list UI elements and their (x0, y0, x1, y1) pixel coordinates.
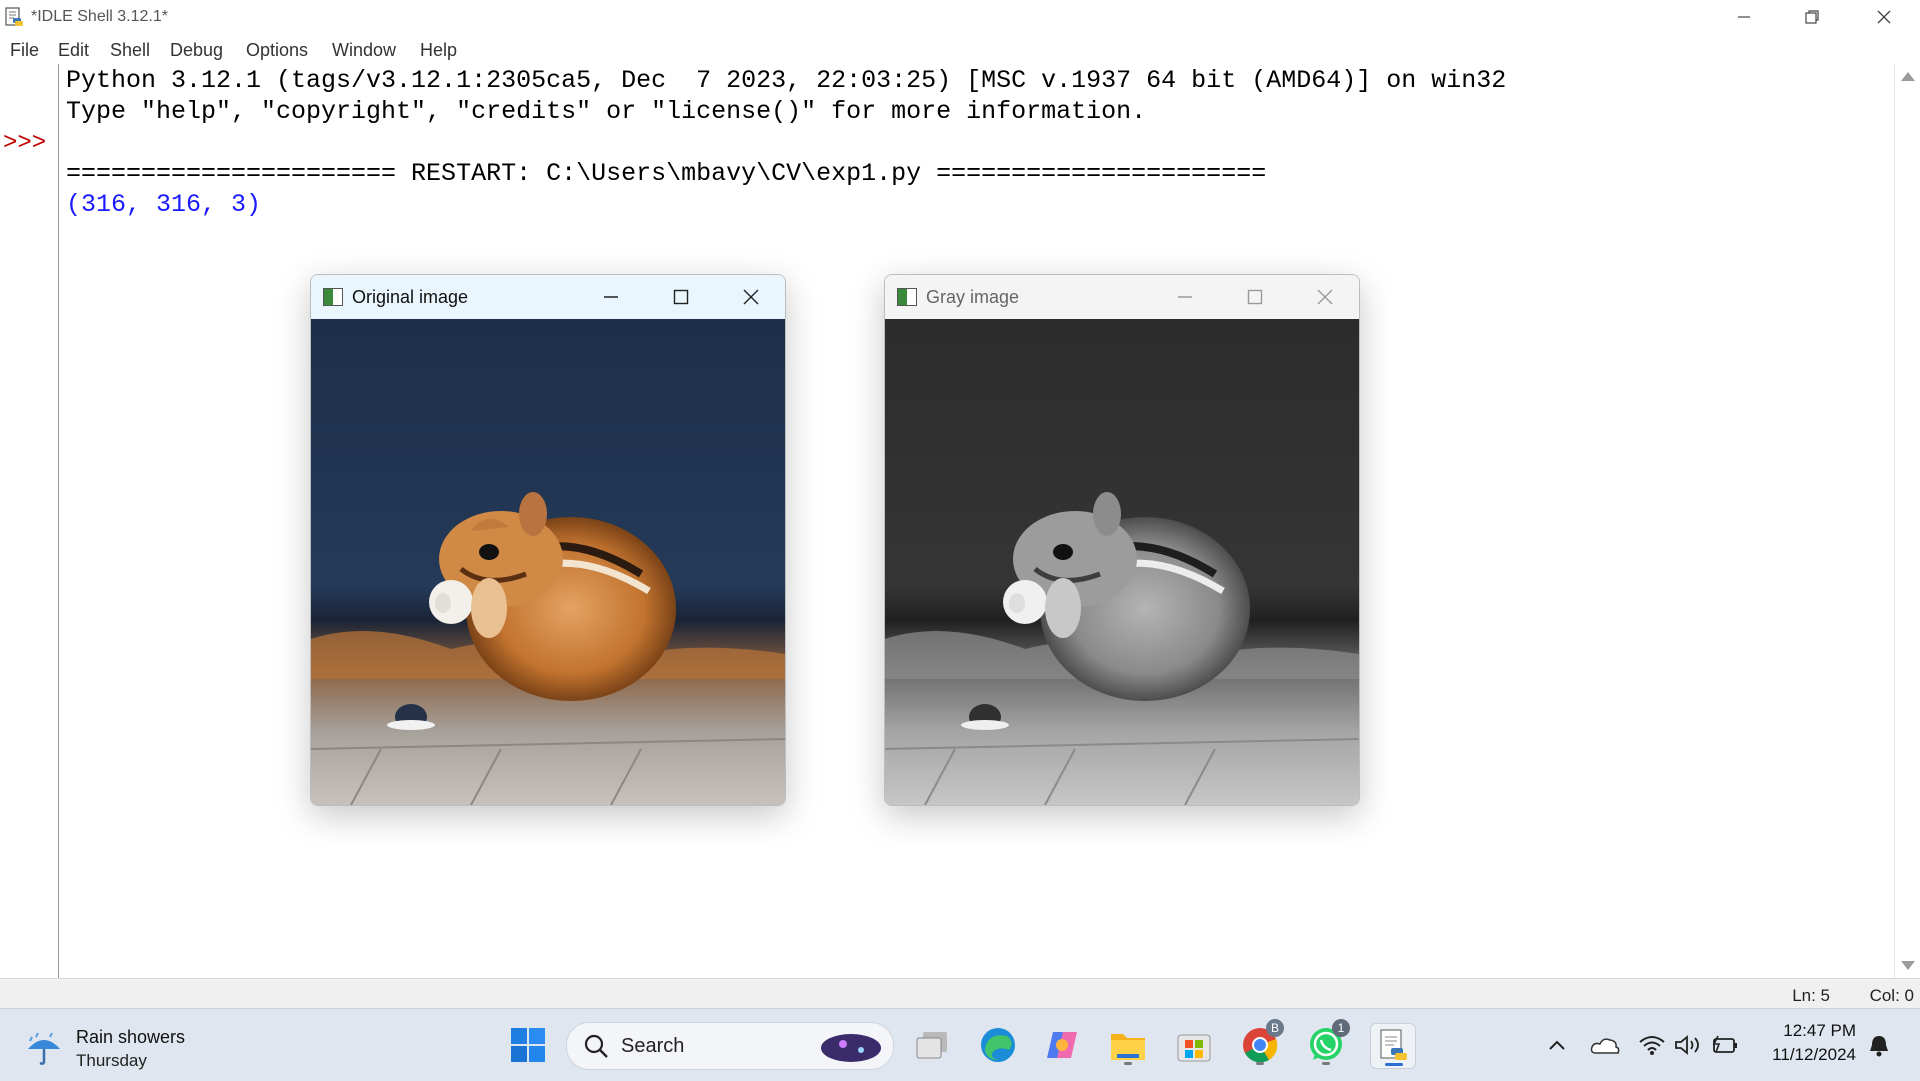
idle-python-icon (5, 7, 23, 26)
status-bar: Ln: 5 Col: 0 (0, 978, 1920, 1009)
whatsapp-notification-badge: 1 (1332, 1019, 1350, 1037)
notifications-button[interactable] (1864, 1029, 1894, 1061)
menu-shell[interactable]: Shell (110, 40, 150, 61)
edge-button[interactable] (976, 1023, 1020, 1067)
maximize-icon (1247, 289, 1263, 305)
banner-line: Python 3.12.1 (tags/v3.12.1:2305ca5, Dec… (66, 66, 1507, 95)
chrome-button[interactable]: B (1238, 1019, 1284, 1067)
rain-umbrella-icon (28, 1032, 60, 1065)
running-indicator (1124, 1062, 1132, 1065)
original-image-window[interactable]: Original image (310, 274, 786, 806)
opencv-window-icon (897, 288, 917, 306)
copilot-icon (1047, 1032, 1077, 1058)
task-view-button[interactable] (910, 1023, 954, 1067)
window-title: *IDLE Shell 3.12.1* (31, 8, 168, 25)
close-icon (1877, 10, 1891, 24)
title-bar: *IDLE Shell 3.12.1* (0, 0, 1920, 34)
taskbar-search-box[interactable]: Search (566, 1022, 894, 1070)
line-number: Ln: 5 (1792, 986, 1830, 1005)
original-image-titlebar[interactable]: Original image (311, 275, 785, 319)
battery-button[interactable] (1708, 1029, 1742, 1061)
folder-icon (1111, 1034, 1145, 1060)
onedrive-button[interactable] (1588, 1029, 1622, 1061)
menu-bar: File Edit Shell Debug Options Window Hel… (0, 34, 1920, 64)
speaker-icon (1675, 1035, 1699, 1055)
menu-help[interactable]: Help (420, 40, 457, 61)
menu-file[interactable]: File (10, 40, 39, 61)
minimize-button[interactable] (1714, 0, 1774, 34)
original-minimize-button[interactable] (589, 281, 633, 313)
menu-options[interactable]: Options (246, 40, 308, 61)
whatsapp-button[interactable]: 1 (1304, 1019, 1350, 1067)
store-icon (1177, 1034, 1211, 1062)
volume-button[interactable] (1672, 1029, 1704, 1061)
file-explorer-button[interactable] (1106, 1023, 1150, 1067)
original-close-button[interactable] (729, 281, 773, 313)
gray-image-titlebar[interactable]: Gray image (885, 275, 1359, 319)
idle-python-icon (1380, 1029, 1407, 1060)
maximize-icon (673, 289, 689, 305)
edge-browser-icon (981, 1028, 1015, 1062)
menu-edit[interactable]: Edit (58, 40, 89, 61)
chevron-up-icon (1549, 1040, 1565, 1050)
gray-image-title: Gray image (926, 287, 1020, 307)
clock-date: 11/12/2024 (1772, 1045, 1856, 1064)
weather-condition: Rain showers (76, 1027, 186, 1047)
prompt-gutter (0, 64, 59, 978)
gray-maximize-button[interactable] (1233, 281, 1277, 313)
restart-line: ====================== RESTART: C:\Users… (66, 159, 1267, 188)
wifi-icon (1639, 1036, 1665, 1055)
start-button[interactable] (506, 1023, 550, 1067)
chipmunk-gray-image (885, 319, 1359, 805)
chipmunk-color-image (311, 319, 785, 805)
weather-widget[interactable]: Rain showers Thursday (24, 1027, 244, 1071)
restore-icon (1805, 10, 1819, 24)
wifi-button[interactable] (1636, 1029, 1668, 1061)
idle-taskbar-button[interactable] (1370, 1023, 1416, 1069)
minimize-icon (1178, 296, 1192, 298)
column-number: Col: 0 (1869, 986, 1914, 1005)
gray-image-window[interactable]: Gray image (884, 274, 1360, 806)
minimize-icon (604, 296, 618, 298)
opencv-window-icon (323, 288, 343, 306)
battery-charging-icon (1712, 1035, 1737, 1053)
restore-button[interactable] (1782, 0, 1842, 34)
cloud-icon (1590, 1038, 1620, 1054)
weather-day: Thursday (76, 1051, 147, 1070)
shell-prompt: >>> (3, 130, 47, 157)
search-highlight-image (821, 1034, 881, 1062)
scroll-down-icon[interactable] (1901, 961, 1915, 970)
task-view-icon (916, 1032, 947, 1059)
info-line: Type "help", "copyright", "credits" or "… (66, 97, 1147, 126)
active-indicator (1385, 1063, 1403, 1066)
close-icon (743, 289, 759, 305)
original-image-title: Original image (352, 287, 469, 307)
menu-debug[interactable]: Debug (170, 40, 223, 61)
show-hidden-icons-button[interactable] (1542, 1029, 1572, 1061)
search-label: Search (621, 1035, 685, 1057)
windows-start-icon (511, 1028, 545, 1062)
minimize-icon (1738, 16, 1750, 18)
vertical-scrollbar[interactable] (1894, 64, 1920, 978)
scroll-up-icon[interactable] (1901, 72, 1915, 81)
microsoft-store-button[interactable] (1172, 1023, 1216, 1067)
system-clock[interactable]: 12:47 PM 11/12/2024 (1772, 1019, 1856, 1067)
copilot-button[interactable] (1040, 1023, 1084, 1067)
original-maximize-button[interactable] (659, 281, 703, 313)
menu-window[interactable]: Window (332, 40, 396, 61)
running-indicator (1256, 1062, 1264, 1065)
taskbar: Rain showers Thursday Search B 1 12:47 P… (0, 1008, 1920, 1081)
gray-close-button[interactable] (1303, 281, 1347, 313)
clock-time: 12:47 PM (1783, 1021, 1856, 1040)
close-icon (1317, 289, 1333, 305)
gray-minimize-button[interactable] (1163, 281, 1207, 313)
bell-icon (1870, 1036, 1888, 1057)
search-icon (584, 1034, 608, 1058)
chrome-profile-badge: B (1266, 1019, 1284, 1037)
running-indicator (1322, 1062, 1330, 1065)
close-button[interactable] (1854, 0, 1914, 34)
output-line: (316, 316, 3) (66, 190, 262, 219)
